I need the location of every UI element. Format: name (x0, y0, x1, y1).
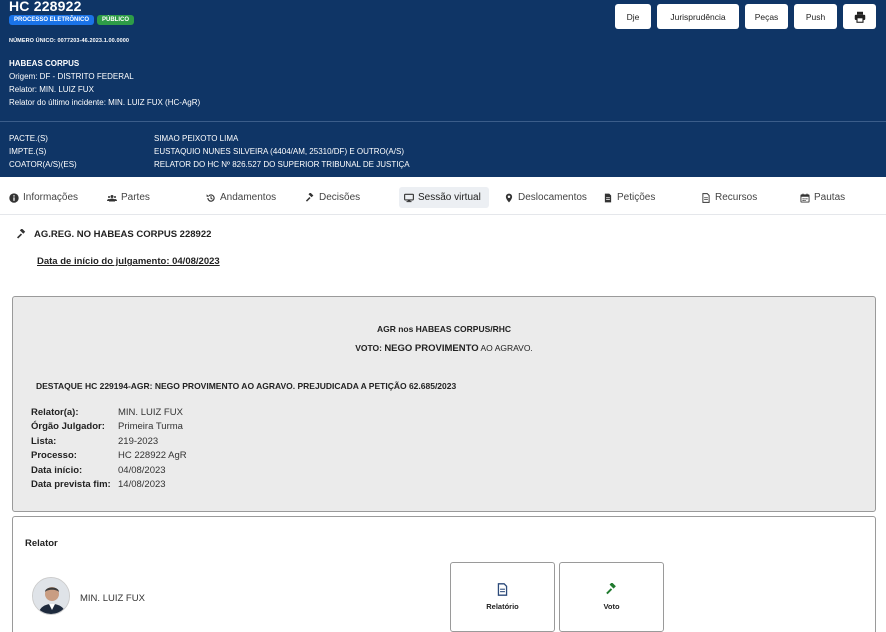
tab-decisoes[interactable]: Decisões (301, 187, 364, 208)
tab-label: Andamentos (220, 192, 277, 203)
judgment-start-date-link[interactable]: Data de início do julgamento: 04/08/2023 (37, 256, 220, 267)
party-label-coator: COATOR(A/S)(ES) (9, 160, 77, 169)
file-text-icon (497, 583, 508, 596)
pecas-button[interactable]: Peças (745, 4, 788, 29)
detail-label: Data início: (31, 464, 83, 476)
detail-row: Processo: HC 228922 AgR (31, 449, 187, 464)
tab-label: Informações (23, 192, 79, 203)
detail-row: Órgão Julgador: Primeira Turma (31, 420, 187, 435)
party-value-pacte: SIMAO PEIXOTO LIMA (154, 134, 239, 143)
detail-row: Lista: 219-2023 (31, 434, 187, 449)
map-marker-icon (505, 193, 513, 202)
voto-line: VOTO: NEGO PROVIMENTO AO AGRAVO. (13, 343, 875, 354)
destaque-text: DESTAQUE HC 229194-AGR: NEGO PROVIMENTO … (36, 381, 457, 391)
tab-label: Decisões (319, 192, 361, 203)
tab-label: Deslocamentos (518, 192, 587, 203)
jurisprudencia-button[interactable]: Jurisprudência (657, 4, 739, 29)
tab-label: Pautas (814, 192, 846, 203)
file-icon (604, 193, 612, 202)
gavel-icon (17, 229, 26, 239)
voto-prefix: VOTO: (355, 343, 385, 353)
push-button[interactable]: Push (794, 4, 837, 29)
session-details: Relator(a): MIN. LUIZ FUX Órgão Julgador:… (31, 405, 187, 492)
detail-value: Primeira Turma (118, 421, 183, 433)
case-title: HC 228922 (9, 0, 82, 14)
tab-sessao-virtual[interactable]: Sessão virtual (399, 187, 489, 208)
dje-button[interactable]: Dje (615, 4, 651, 29)
tab-pautas[interactable]: Pautas (796, 187, 849, 208)
badge-publico: PÚBLICO (97, 15, 135, 25)
party-value-impte: EUSTAQUIO NUNES SILVEIRA (4404/AM, 25310… (154, 147, 404, 156)
detail-row: Data prevista fim: 14/08/2023 (31, 478, 187, 493)
tab-peticoes[interactable]: Petições (599, 187, 659, 208)
gavel-icon (606, 583, 616, 595)
badge-processo-eletronico: PROCESSO ELETRÔNICO (9, 15, 95, 25)
numero-unico: NÚMERO ÚNICO: 0077203-46.2023.1.00.0000 (9, 38, 130, 44)
session-card-title: AGR nos HABEAS CORPUS/RHC (376, 324, 512, 334)
print-icon (854, 11, 865, 23)
header-divider (0, 121, 886, 122)
detail-value: 04/08/2023 (118, 464, 166, 476)
relator-ultimo-incidente: Relator do último incidente: MIN. LUIZ F… (9, 98, 201, 107)
avatar (32, 577, 70, 615)
detail-label: Relator(a): (31, 406, 79, 418)
detail-value: HC 228922 AgR (118, 450, 187, 462)
relator-name: MIN. LUIZ FUX (80, 593, 145, 604)
detail-label: Data prevista fim: (31, 479, 111, 491)
party-label-pacte: PACTE.(S) (9, 134, 48, 143)
detail-row: Data início: 04/08/2023 (31, 463, 187, 478)
tab-recursos[interactable]: Recursos (697, 187, 761, 208)
section-title: AG.REG. NO HABEAS CORPUS 228922 (16, 229, 211, 240)
tab-label: Partes (121, 192, 150, 203)
tab-andamentos[interactable]: Andamentos (202, 187, 280, 208)
relator-line: Relator: MIN. LUIZ FUX (9, 85, 94, 94)
history-icon (206, 193, 215, 202)
info-icon (9, 192, 19, 203)
tab-label: Sessão virtual (418, 192, 481, 203)
calendar-icon (800, 193, 810, 203)
case-class: HABEAS CORPUS (9, 59, 80, 68)
party-label-impte: IMPTE.(S) (9, 147, 47, 156)
voto-button[interactable]: Voto (559, 562, 664, 632)
badge-group: PROCESSO ELETRÔNICO PÚBLICO (9, 15, 135, 25)
tab-label: Petições (617, 192, 656, 203)
gavel-icon (305, 192, 314, 202)
party-value-coator: RELATOR DO HC Nº 826.527 DO SUPERIOR TRI… (154, 160, 410, 169)
case-header: HC 228922 PROCESSO ELETRÔNICO PÚBLICO NÚ… (0, 0, 886, 177)
file-text-icon (702, 192, 710, 203)
tab-label: Recursos (715, 192, 758, 203)
relatorio-button[interactable]: Relatório (450, 562, 555, 632)
detail-value: MIN. LUIZ FUX (118, 406, 183, 418)
voto-emphasis: NEGO PROVIMENTO (384, 343, 479, 354)
tab-informacoes[interactable]: Informações (5, 187, 82, 208)
section-title-text: AG.REG. NO HABEAS CORPUS 228922 (34, 229, 212, 240)
users-icon (107, 194, 117, 201)
detail-label: Lista: (31, 435, 57, 447)
session-card: AGR nos HABEAS CORPUS/RHC VOTO: NEGO PRO… (12, 296, 876, 512)
relator-card-title: Relator (25, 538, 58, 549)
voto-suffix: AO AGRAVO. (478, 343, 533, 353)
detail-label: Órgão Julgador: (31, 421, 105, 433)
relator-card: Relator MIN. LUIZ FUX Relatório Voto (12, 516, 876, 632)
detail-value: 219-2023 (118, 435, 159, 447)
tab-partes[interactable]: Partes (103, 187, 154, 208)
desktop-icon (404, 193, 414, 202)
detail-row: Relator(a): MIN. LUIZ FUX (31, 405, 187, 420)
tab-deslocamentos[interactable]: Deslocamentos (500, 187, 591, 208)
relatorio-label: Relatório (486, 602, 519, 611)
avatar-photo (33, 578, 69, 614)
header-actions: Dje Jurisprudência Peças Push (615, 4, 876, 29)
process-tabs: Informações Partes Andamentos Decisões S… (0, 177, 886, 215)
origem: Origem: DF - DISTRITO FEDERAL (9, 72, 134, 81)
voto-label: Voto (603, 602, 620, 611)
detail-label: Processo: (31, 450, 77, 462)
detail-value: 14/08/2023 (118, 479, 166, 491)
print-button[interactable] (843, 4, 876, 29)
